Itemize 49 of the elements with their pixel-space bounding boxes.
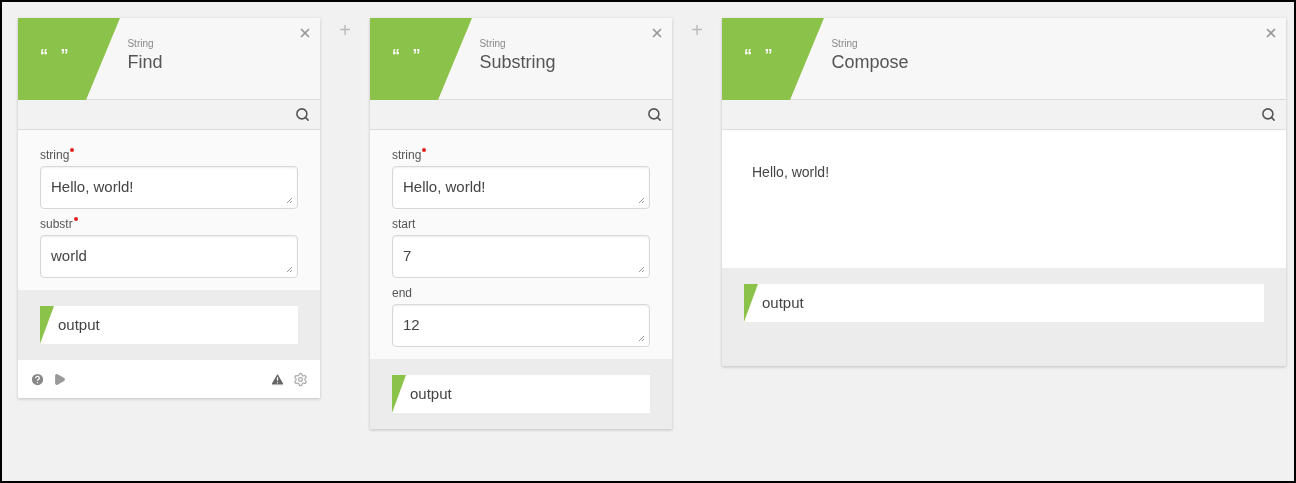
port-marker-icon (744, 284, 758, 322)
close-icon[interactable] (650, 26, 664, 40)
node-title: Find (127, 51, 163, 74)
search-icon[interactable] (1261, 107, 1276, 122)
resize-handle-icon (286, 266, 293, 273)
output-port[interactable]: output (744, 284, 1264, 322)
node-category: String (831, 38, 859, 50)
play-icon[interactable] (53, 372, 66, 386)
quote-icon: “ ” (392, 46, 425, 66)
field-value: Hello, world! (51, 177, 134, 198)
resize-handle-icon (638, 335, 645, 342)
node-title: Compose (831, 51, 909, 74)
quote-icon: “ ” (40, 46, 73, 66)
search-icon[interactable] (647, 107, 662, 122)
output-port[interactable]: output (40, 306, 298, 344)
port-marker-icon (392, 375, 406, 413)
output-label: output (410, 383, 452, 404)
resize-handle-icon (638, 197, 645, 204)
field-label: substr (40, 216, 73, 233)
resize-handle-icon (286, 197, 293, 204)
output-label: output (762, 292, 804, 313)
field-label: start (392, 216, 416, 233)
input-field[interactable]: 7 (392, 235, 650, 278)
close-icon[interactable] (1264, 26, 1278, 40)
close-icon[interactable] (298, 26, 312, 40)
field-value: Hello, world! (403, 177, 486, 198)
node-category: String (127, 38, 155, 50)
field-value: 12 (403, 315, 420, 336)
resize-handle-icon (638, 266, 645, 273)
field-label: end (392, 285, 413, 302)
quote-icon: “ ” (744, 46, 777, 66)
warning-icon[interactable] (270, 371, 285, 387)
port-marker-icon (40, 306, 54, 344)
field-value: 7 (403, 246, 412, 267)
settings-icon[interactable] (293, 371, 308, 387)
node-title: Substring (479, 51, 556, 74)
help-icon[interactable] (30, 371, 45, 387)
input-field[interactable]: Hello, world! (40, 166, 298, 209)
input-field[interactable]: world (40, 235, 298, 278)
field-value: world (51, 246, 87, 267)
node-category: String (479, 38, 507, 50)
search-icon[interactable] (295, 107, 310, 122)
composed-text: Hello, world! (752, 164, 830, 180)
output-label: output (58, 314, 100, 335)
input-field[interactable]: Hello, world! (392, 166, 650, 209)
field-label: string (40, 147, 70, 164)
output-port[interactable]: output (392, 375, 650, 413)
input-field[interactable]: 12 (392, 304, 650, 347)
field-label: string (392, 147, 422, 164)
